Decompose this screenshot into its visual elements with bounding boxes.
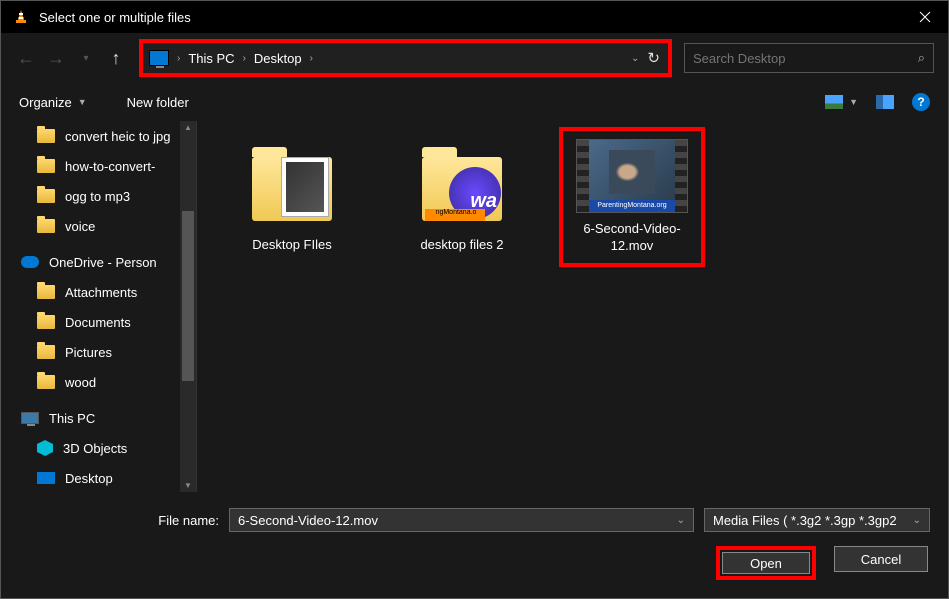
- window-title: Select one or multiple files: [39, 10, 902, 25]
- filename-input-box[interactable]: ⌄: [229, 508, 694, 532]
- sidebar-item[interactable]: wood: [1, 367, 196, 397]
- sidebar-label: voice: [65, 219, 95, 234]
- chevron-right-icon: ›: [306, 53, 317, 64]
- desktop-icon: [37, 472, 55, 484]
- sidebar-thispc[interactable]: This PC: [1, 403, 196, 433]
- sidebar-item[interactable]: Desktop: [1, 463, 196, 492]
- folder-icon: [37, 285, 55, 299]
- open-button[interactable]: Open: [722, 552, 810, 574]
- folder-icon: [37, 315, 55, 329]
- sidebar-label: 3D Objects: [63, 441, 127, 456]
- sidebar-label: Pictures: [65, 345, 112, 360]
- sidebar-label: convert heic to jpg: [65, 129, 171, 144]
- address-bar[interactable]: › This PC › Desktop › ⌄ ↻: [139, 39, 672, 77]
- sidebar-label: how-to-convert-: [65, 159, 155, 174]
- thumb-banner: ParentingMontana.org: [589, 200, 675, 212]
- chevron-down-icon: ⌄: [913, 515, 921, 526]
- cloud-icon: [21, 256, 39, 268]
- sidebar: convert heic to jpg how-to-convert- ogg …: [1, 121, 197, 492]
- sidebar-onedrive[interactable]: OneDrive - Person: [1, 247, 196, 277]
- folder-icon: [37, 159, 55, 173]
- sidebar-label: Attachments: [65, 285, 137, 300]
- sidebar-item[interactable]: convert heic to jpg: [1, 121, 196, 151]
- breadcrumb-desktop[interactable]: Desktop: [250, 51, 306, 66]
- preview-pane-button[interactable]: [876, 95, 894, 109]
- sidebar-item[interactable]: how-to-convert-: [1, 151, 196, 181]
- sidebar-label: wood: [65, 375, 96, 390]
- breadcrumb-pc[interactable]: This PC: [184, 51, 238, 66]
- file-label: Desktop FIles: [252, 237, 331, 254]
- file-type-filter[interactable]: Media Files ( *.3g2 *.3gp *.3gp2 ⌄: [704, 508, 930, 532]
- address-dropdown[interactable]: ⌄: [631, 53, 639, 64]
- refresh-button[interactable]: ↻: [647, 49, 660, 67]
- folder-icon: [37, 375, 55, 389]
- close-button[interactable]: [902, 1, 948, 33]
- view-thumb-button[interactable]: ▼: [825, 95, 858, 109]
- folder-desktop-files-2[interactable]: ngMontana.o desktop files 2: [397, 139, 527, 254]
- sidebar-label: Documents: [65, 315, 131, 330]
- filename-dropdown[interactable]: ⌄: [677, 515, 685, 526]
- sidebar-label: OneDrive - Person: [49, 255, 157, 270]
- up-button[interactable]: ↑: [105, 47, 127, 69]
- scroll-thumb[interactable]: [182, 211, 194, 381]
- sidebar-label: ogg to mp3: [65, 189, 130, 204]
- sidebar-item[interactable]: Attachments: [1, 277, 196, 307]
- pc-icon: [21, 412, 39, 424]
- 3d-objects-icon: [37, 440, 53, 456]
- help-button[interactable]: ?: [912, 93, 930, 111]
- footer: File name: ⌄ Media Files ( *.3g2 *.3gp *…: [1, 492, 948, 598]
- new-folder-button[interactable]: New folder: [127, 95, 189, 110]
- sidebar-scrollbar[interactable]: [180, 121, 196, 492]
- organize-menu[interactable]: Organize ▼: [19, 95, 87, 110]
- cancel-button[interactable]: Cancel: [834, 546, 928, 572]
- organize-label: Organize: [19, 95, 72, 110]
- sidebar-item[interactable]: 3D Objects: [1, 433, 196, 463]
- search-input[interactable]: [693, 51, 918, 66]
- file-list[interactable]: Desktop FIles ngMontana.o desktop files …: [197, 121, 948, 492]
- back-button[interactable]: ←: [15, 47, 37, 69]
- toolbar: Organize ▼ New folder ▼ ?: [1, 83, 948, 121]
- thumb-strip: ngMontana.o: [425, 209, 485, 221]
- filename-input[interactable]: [238, 513, 677, 528]
- sidebar-label: Desktop: [65, 471, 113, 486]
- chevron-down-icon: ▼: [849, 97, 858, 107]
- folder-icon: [37, 129, 55, 143]
- file-label: desktop files 2: [420, 237, 503, 254]
- search-icon[interactable]: ⌕: [918, 50, 925, 66]
- vlc-icon: [13, 9, 29, 25]
- navbar: ← → ▾ ↑ › This PC › Desktop › ⌄ ↻ ⌕: [1, 33, 948, 83]
- folder-icon: [37, 219, 55, 233]
- sidebar-label: This PC: [49, 411, 95, 426]
- folder-icon: [37, 345, 55, 359]
- sidebar-item[interactable]: ogg to mp3: [1, 181, 196, 211]
- sidebar-item[interactable]: Pictures: [1, 337, 196, 367]
- recent-dropdown[interactable]: ▾: [75, 47, 97, 69]
- filter-label: Media Files ( *.3g2 *.3gp *.3gp2: [713, 513, 897, 528]
- chevron-right-icon: ›: [239, 53, 250, 64]
- open-button-highlight: Open: [716, 546, 816, 580]
- chevron-down-icon: ▼: [78, 97, 87, 107]
- titlebar: Select one or multiple files: [1, 1, 948, 33]
- sidebar-item[interactable]: voice: [1, 211, 196, 241]
- video-thumbnail: ParentingMontana.org: [576, 139, 688, 213]
- sidebar-item[interactable]: Documents: [1, 307, 196, 337]
- file-video-selected[interactable]: ParentingMontana.org 6-Second-Video-12.m…: [567, 139, 697, 255]
- folder-icon: [37, 189, 55, 203]
- chevron-right-icon: ›: [173, 53, 184, 64]
- folder-desktop-files[interactable]: Desktop FIles: [227, 139, 357, 254]
- thumbnails-icon: [825, 95, 843, 109]
- forward-button[interactable]: →: [45, 47, 67, 69]
- search-box[interactable]: ⌕: [684, 43, 934, 73]
- filename-label: File name:: [19, 513, 219, 528]
- pc-icon: [149, 50, 169, 66]
